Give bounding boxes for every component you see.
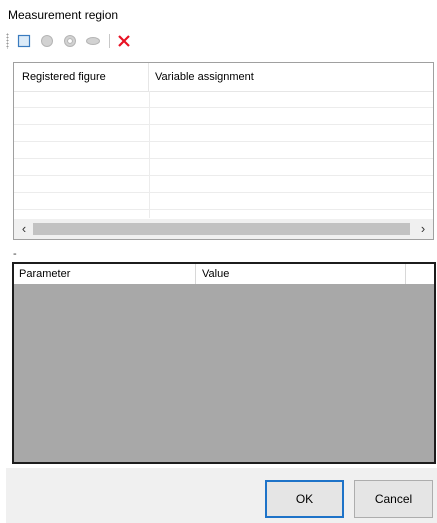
column-header-value[interactable]: Value	[196, 264, 406, 284]
table-row[interactable]	[14, 125, 433, 142]
delete-figure-button[interactable]	[114, 31, 134, 51]
circle-tool-button[interactable]	[37, 31, 57, 51]
figure-toolbar	[6, 30, 426, 52]
dialog-footer: OK Cancel	[6, 468, 437, 523]
column-header-variable-assignment[interactable]: Variable assignment	[149, 63, 433, 91]
delete-icon	[118, 35, 130, 47]
cancel-button[interactable]: Cancel	[354, 480, 433, 518]
ellipse-tool-button[interactable]	[83, 31, 103, 51]
horizontal-scrollbar[interactable]: ‹ ›	[14, 219, 433, 239]
toolbar-grip[interactable]	[6, 33, 9, 49]
scrollbar-thumb[interactable]	[33, 223, 410, 235]
rectangle-icon	[17, 34, 31, 48]
circle-icon	[41, 35, 53, 47]
splitter-handle[interactable]: -	[13, 248, 17, 260]
registered-figures-grid[interactable]: Registered figure Variable assignment ‹ …	[13, 62, 434, 240]
ellipse-icon	[86, 37, 100, 45]
column-header-filler	[406, 264, 434, 284]
ring-icon	[64, 35, 76, 47]
parameter-grid[interactable]: Parameter Value	[12, 262, 436, 464]
toolbar-separator	[109, 34, 110, 48]
scroll-left-icon[interactable]: ‹	[17, 221, 31, 237]
table-row[interactable]	[14, 142, 433, 159]
grid-header: Registered figure Variable assignment	[14, 63, 433, 92]
column-divider	[149, 91, 150, 218]
scroll-right-icon[interactable]: ›	[416, 221, 430, 237]
section-title: Measurement region	[8, 8, 119, 22]
column-header-registered-figure[interactable]: Registered figure	[14, 63, 149, 91]
ok-button[interactable]: OK	[265, 480, 344, 518]
ring-tool-button[interactable]	[60, 31, 80, 51]
table-row[interactable]	[14, 91, 433, 108]
table-row[interactable]	[14, 176, 433, 193]
rectangle-tool-button[interactable]	[14, 31, 34, 51]
column-header-parameter[interactable]: Parameter	[14, 264, 196, 284]
table-row[interactable]	[14, 193, 433, 210]
grid-header: Parameter Value	[14, 264, 434, 284]
table-row[interactable]	[14, 159, 433, 176]
table-row[interactable]	[14, 108, 433, 125]
